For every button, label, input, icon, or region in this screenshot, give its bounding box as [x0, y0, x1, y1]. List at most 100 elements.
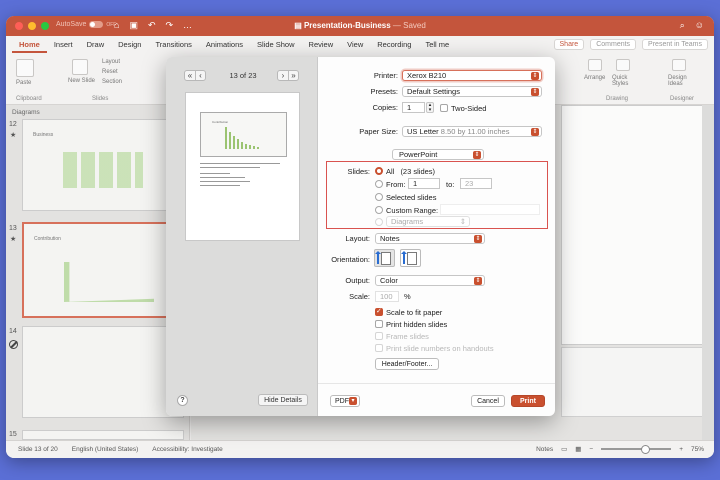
- portrait-flipped-icon: [407, 252, 417, 265]
- from-radio[interactable]: [375, 180, 383, 188]
- preview-bar: [253, 146, 255, 149]
- quick-styles-icon[interactable]: [616, 59, 630, 71]
- custom-range-radio[interactable]: [375, 206, 383, 214]
- saved-status: — Saved: [392, 21, 426, 30]
- account-icon[interactable]: ☺: [695, 20, 704, 31]
- previous-page-button[interactable]: ‹: [195, 71, 205, 80]
- notes-toggle[interactable]: Notes: [536, 446, 553, 453]
- ribbon-tab-home[interactable]: Home: [12, 36, 47, 53]
- to-input[interactable]: 23: [460, 178, 492, 189]
- print-button[interactable]: Print: [511, 395, 545, 407]
- titlebar-right: ⌕ ☺: [680, 20, 704, 31]
- comments-button[interactable]: Comments: [590, 39, 637, 50]
- portrait-orientation-button[interactable]: [374, 249, 395, 267]
- app-options-select[interactable]: PowerPoint ⇕: [392, 149, 484, 160]
- accessibility-status[interactable]: Accessibility: Investigate: [152, 446, 222, 453]
- slide-thumbnail-13[interactable]: Contribution: [22, 222, 184, 318]
- pdf-menu-button[interactable]: PDF ▾: [330, 395, 360, 407]
- to-label: to:: [446, 180, 455, 189]
- copies-input[interactable]: 1: [402, 102, 425, 113]
- arrow-up-icon: [401, 251, 407, 264]
- all-slides-radio[interactable]: [375, 167, 383, 175]
- presets-select[interactable]: Default Settings ⇕: [402, 86, 542, 97]
- present-in-teams-button[interactable]: Present in Teams: [642, 39, 708, 50]
- print-hidden-label: Print hidden slides: [386, 320, 448, 329]
- search-icon[interactable]: ⌕: [680, 20, 685, 31]
- layout-button[interactable]: Layout: [102, 59, 120, 65]
- zoom-level[interactable]: 75%: [691, 446, 704, 453]
- star-icon: ★: [10, 132, 17, 139]
- status-right: Notes ▭ ▦ − + 75%: [536, 445, 704, 454]
- divider: [318, 383, 555, 384]
- ribbon-tab-recording[interactable]: Recording: [370, 36, 418, 53]
- from-input[interactable]: 1: [408, 178, 440, 189]
- ribbon-tab-view[interactable]: View: [340, 36, 370, 53]
- layout-select[interactable]: Notes ⇕: [375, 233, 485, 244]
- section-header[interactable]: Diagrams: [6, 105, 189, 120]
- print-numbers-label: Print slide numbers on handouts: [386, 344, 494, 353]
- output-label: Output:: [345, 276, 370, 285]
- zoom-in-icon[interactable]: +: [679, 446, 683, 453]
- presets-label: Presets:: [370, 87, 398, 96]
- section-radio[interactable]: [375, 218, 383, 226]
- slide-thumbnail-14[interactable]: [22, 326, 184, 418]
- zoom-slider[interactable]: [601, 445, 672, 454]
- ribbon-tab-slide-show[interactable]: Slide Show: [250, 36, 302, 53]
- copies-stepper[interactable]: ▴ ▾: [426, 102, 434, 113]
- ribbon-tab-review[interactable]: Review: [302, 36, 341, 53]
- zoom-out-icon[interactable]: −: [589, 446, 593, 453]
- two-sided-label: Two-Sided: [451, 104, 487, 113]
- ribbon-tab-animations[interactable]: Animations: [199, 36, 250, 53]
- print-numbers-checkbox[interactable]: [375, 344, 383, 352]
- first-page-button[interactable]: «: [185, 71, 195, 80]
- output-select[interactable]: Color ⇕: [375, 275, 485, 286]
- ribbon-tab-transitions[interactable]: Transitions: [148, 36, 198, 53]
- scale-input[interactable]: 100: [375, 291, 399, 302]
- selected-slides-radio[interactable]: [375, 193, 383, 201]
- frame-slides-checkbox[interactable]: [375, 332, 383, 340]
- sorter-view-icon[interactable]: ▦: [575, 445, 581, 453]
- scale-to-fit-checkbox[interactable]: [375, 307, 383, 316]
- new-slide-label: New Slide: [68, 78, 96, 84]
- reset-button[interactable]: Reset: [102, 69, 118, 75]
- ribbon-tab-draw[interactable]: Draw: [80, 36, 112, 53]
- share-button[interactable]: Share: [553, 39, 585, 50]
- current-slide[interactable]: [561, 105, 714, 345]
- ribbon-right-actions: Share Comments Present in Teams: [553, 39, 708, 50]
- section-button[interactable]: Section: [102, 79, 122, 85]
- section-value: Diagrams: [391, 217, 424, 226]
- paper-size-label: Paper Size:: [359, 127, 398, 136]
- next-page-button[interactable]: ›: [278, 71, 288, 80]
- language[interactable]: English (United States): [72, 446, 138, 453]
- normal-view-icon[interactable]: ▭: [561, 445, 567, 453]
- custom-range-input[interactable]: [440, 204, 540, 215]
- help-button[interactable]: ?: [177, 395, 188, 406]
- header-footer-button[interactable]: Header/Footer...: [375, 358, 439, 370]
- ribbon-tab-design[interactable]: Design: [111, 36, 148, 53]
- slide-thumbnail-15[interactable]: [22, 430, 184, 440]
- ribbon-tab-insert[interactable]: Insert: [47, 36, 80, 53]
- cancel-button[interactable]: Cancel: [471, 395, 505, 407]
- clipboard-group-label: Clipboard: [16, 96, 42, 102]
- print-hidden-checkbox[interactable]: [375, 320, 383, 328]
- preview-notes-line: [200, 167, 260, 168]
- layout-label: Layout:: [345, 234, 370, 243]
- design-ideas-icon[interactable]: [672, 59, 686, 71]
- preview-notes-line: [200, 185, 240, 186]
- portrait-flipped-orientation-button[interactable]: [400, 249, 421, 267]
- notes-area[interactable]: [561, 347, 714, 417]
- paper-size-select[interactable]: US Letter 8.50 by 11.00 inches ⇕: [402, 126, 542, 137]
- slide-thumbnail-12[interactable]: Business: [22, 119, 184, 211]
- chevron-updown-icon: ⇕: [474, 235, 482, 243]
- new-slide-icon[interactable]: [72, 59, 88, 75]
- paste-icon[interactable]: [16, 59, 34, 77]
- printer-label: Printer:: [373, 71, 398, 80]
- hide-details-button[interactable]: Hide Details: [258, 394, 308, 406]
- layout-value: Notes: [380, 234, 400, 243]
- section-select[interactable]: Diagrams ⇕: [386, 216, 470, 227]
- last-page-button[interactable]: »: [288, 71, 298, 80]
- two-sided-checkbox[interactable]: [440, 104, 448, 112]
- arrange-icon[interactable]: [588, 59, 602, 71]
- printer-select[interactable]: Xerox B210 ⇕: [402, 70, 542, 81]
- ribbon-tab-tell-me[interactable]: Tell me: [418, 36, 456, 53]
